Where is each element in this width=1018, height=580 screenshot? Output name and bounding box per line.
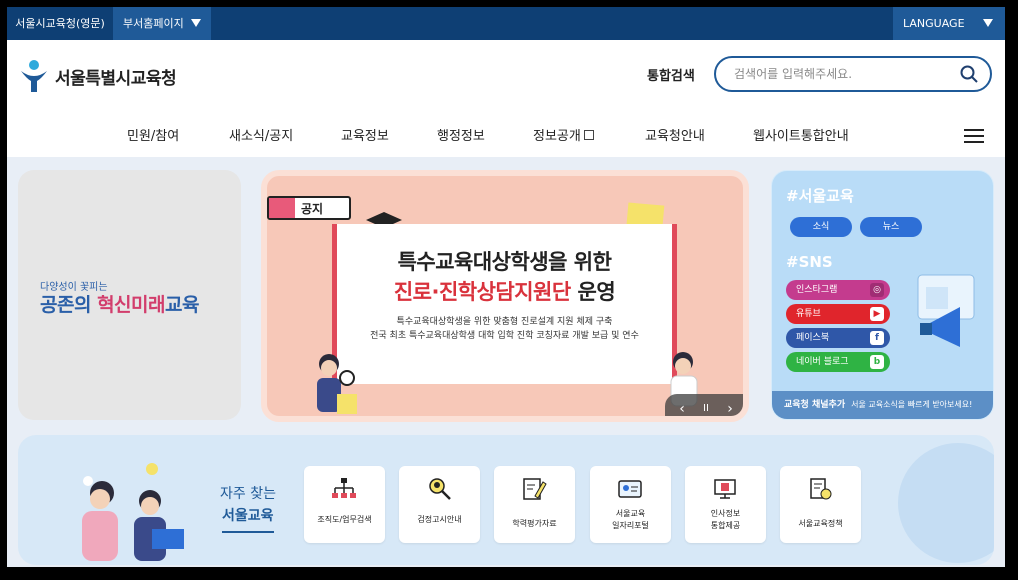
facebook-button[interactable]: 페이스북 f <box>786 328 890 348</box>
instagram-label: 인스타그램 <box>796 285 838 295</box>
slider-next-button[interactable]: › <box>721 400 739 416</box>
banner-desc-line2: 전국 최초 특수교육대상학생 대학 입학 진학 코칭자료 개발 보급 및 연수 <box>370 331 639 341</box>
monitor-icon <box>714 479 736 499</box>
decoration-circle <box>898 443 994 563</box>
quick-links-title1: 자주 찾는 <box>220 486 276 502</box>
pencil-doc-icon <box>523 478 547 500</box>
quick-link-policy[interactable]: 서울교육정책 <box>780 466 861 543</box>
slogan-part1: 공존의 <box>40 294 98 316</box>
facebook-label: 페이스북 <box>796 333 830 343</box>
channel-add-text: 서울 교육소식을 빠르게 받아보세요! <box>851 400 973 409</box>
dept-homepage-dropdown[interactable]: 부서홈페이지 <box>113 7 211 40</box>
banner-title-line2: 진로·진학상담지원단 운영 <box>337 276 672 306</box>
slider-pause-button[interactable]: II <box>697 400 715 416</box>
banner-title-rest: 운영 <box>570 280 616 304</box>
quick-link-ged[interactable]: 검정고시안내 <box>399 466 480 543</box>
search-box <box>714 56 992 92</box>
slogan-title: 공존의 혁신미래교육 <box>40 290 199 317</box>
logo-text: 서울특별시교육청 <box>55 68 177 89</box>
english-site-link[interactable]: 서울시교육청(영문) <box>7 7 113 40</box>
policy-doc-icon <box>810 478 832 500</box>
banner-desc-line1: 특수교육대상학생을 위한 맞춤형 진로설계 지원 체제 구축 <box>396 317 613 327</box>
nav-item-edu-info[interactable]: 교육정보 <box>341 125 389 144</box>
page-frame: 서울시교육청(영문) 부서홈페이지 LANGUAGE 서울특별시교육청 통합검색… <box>5 5 1007 569</box>
youtube-label: 유튜브 <box>796 309 821 319</box>
search-person-icon <box>429 478 451 500</box>
quick-link-label: 학력평가자료 <box>512 519 557 528</box>
banner-title-highlight: 진로·진학상담지원단 <box>393 280 571 304</box>
instagram-button[interactable]: 인스타그램 ◎ <box>786 280 890 300</box>
nav-item-sitemap[interactable]: 웹사이트통합안내 <box>753 125 849 144</box>
nav-item-news[interactable]: 새소식/공지 <box>229 125 293 144</box>
blog-icon: b <box>870 355 884 369</box>
main-nav: 민원/참여 새소식/공지 교육정보 행정정보 정보공개 교육청안내 웹사이트통합… <box>7 117 1005 157</box>
quick-links-section: 자주 찾는 서울교육 조직도/업무검색 검정고시안내 학력평가자료 서울교육 일… <box>18 435 994 565</box>
org-chart-icon <box>332 478 356 498</box>
facebook-icon: f <box>870 331 884 345</box>
slogan-part2: 혁신미래 <box>97 294 165 316</box>
channel-add-label: 교육청 채널추가 <box>784 400 846 410</box>
slogan-part3: 교육 <box>164 294 199 316</box>
site-logo[interactable]: 서울특별시교육청 <box>19 59 177 93</box>
quick-link-label: 인사정보 <box>710 509 741 518</box>
slider-controls: ‹ II › <box>665 394 743 416</box>
banner-title-line1: 특수교육대상학생을 위한 <box>397 250 612 274</box>
search-input[interactable] <box>734 58 954 90</box>
top-bar: 서울시교육청(영문) 부서홈페이지 LANGUAGE <box>7 7 1005 40</box>
notice-pencil-icon <box>269 198 295 218</box>
quick-link-assessment[interactable]: 학력평가자료 <box>494 466 575 543</box>
caret-down-icon <box>191 19 201 27</box>
youtube-button[interactable]: 유튜브 ▶ <box>786 304 890 324</box>
social-card: #서울교육 소식 뉴스 #SNS 인스타그램 ◎ 유튜브 ▶ 페이스북 f 네이… <box>771 170 994 420</box>
hamburger-menu-icon[interactable] <box>964 129 984 145</box>
quick-link-org-chart[interactable]: 조직도/업무검색 <box>304 466 385 543</box>
dept-homepage-label: 부서홈페이지 <box>123 17 184 30</box>
external-link-icon <box>583 130 594 140</box>
seoul-edu-heading: #서울교육 <box>786 187 854 205</box>
nav-item-about[interactable]: 교육청안내 <box>645 125 705 144</box>
megaphone-illustration <box>917 274 975 347</box>
quick-link-label: 서울교육 <box>615 509 646 518</box>
main-banner[interactable]: 공지 특수교육대상학생을 위한 진로·진학상담지원단 운영 특수교육대상학생을 … <box>261 170 749 422</box>
quick-link-hr[interactable]: 인사정보 통합제공 <box>685 466 766 543</box>
quick-link-label-2: 일자리포털 <box>612 521 649 530</box>
language-label: LANGUAGE <box>903 17 965 30</box>
quick-link-label-2: 통합제공 <box>710 521 741 530</box>
slogan-card[interactable]: 다양성이 꽃피는 공존의 혁신미래교육 <box>18 170 241 420</box>
naver-blog-label: 네이버 블로그 <box>796 357 849 367</box>
logo-emblem-icon <box>21 60 47 92</box>
instagram-icon: ◎ <box>870 283 884 297</box>
language-dropdown[interactable]: LANGUAGE <box>893 7 1005 40</box>
quick-link-label: 서울교육정책 <box>798 519 843 528</box>
youtube-icon: ▶ <box>870 307 884 321</box>
search-icon[interactable] <box>960 65 978 83</box>
banner-book: 특수교육대상학생을 위한 진로·진학상담지원단 운영 특수교육대상학생을 위한 … <box>332 224 677 384</box>
quick-link-jobs[interactable]: 서울교육 일자리포털 <box>590 466 671 543</box>
nav-item-disclosure-label: 정보공개 <box>533 129 581 144</box>
nav-item-admin[interactable]: 행정정보 <box>437 125 485 144</box>
caret-down-icon <box>983 19 993 27</box>
naver-blog-button[interactable]: 네이버 블로그 b <box>786 352 890 372</box>
quick-links-title2: 서울교육 <box>222 505 274 533</box>
notice-tag-label: 공지 <box>301 202 324 216</box>
press-button[interactable]: 뉴스 <box>860 217 922 237</box>
id-card-icon <box>618 480 642 498</box>
notice-tag: 공지 <box>267 196 351 220</box>
slider-prev-button[interactable]: ‹ <box>673 400 691 416</box>
nav-item-civil[interactable]: 민원/참여 <box>127 125 179 144</box>
integrated-search-label: 통합검색 <box>647 69 695 84</box>
student-illustration <box>317 354 357 414</box>
sns-heading: #SNS <box>786 253 833 271</box>
news-button[interactable]: 소식 <box>790 217 852 237</box>
quick-link-label: 조직도/업무검색 <box>317 515 372 524</box>
kids-illustration <box>82 463 184 561</box>
quick-link-label: 검정고시안내 <box>417 515 462 524</box>
nav-item-disclosure[interactable]: 정보공개 <box>533 125 594 144</box>
channel-add-banner[interactable]: 교육청 채널추가 서울 교육소식을 빠르게 받아보세요! <box>772 391 993 419</box>
